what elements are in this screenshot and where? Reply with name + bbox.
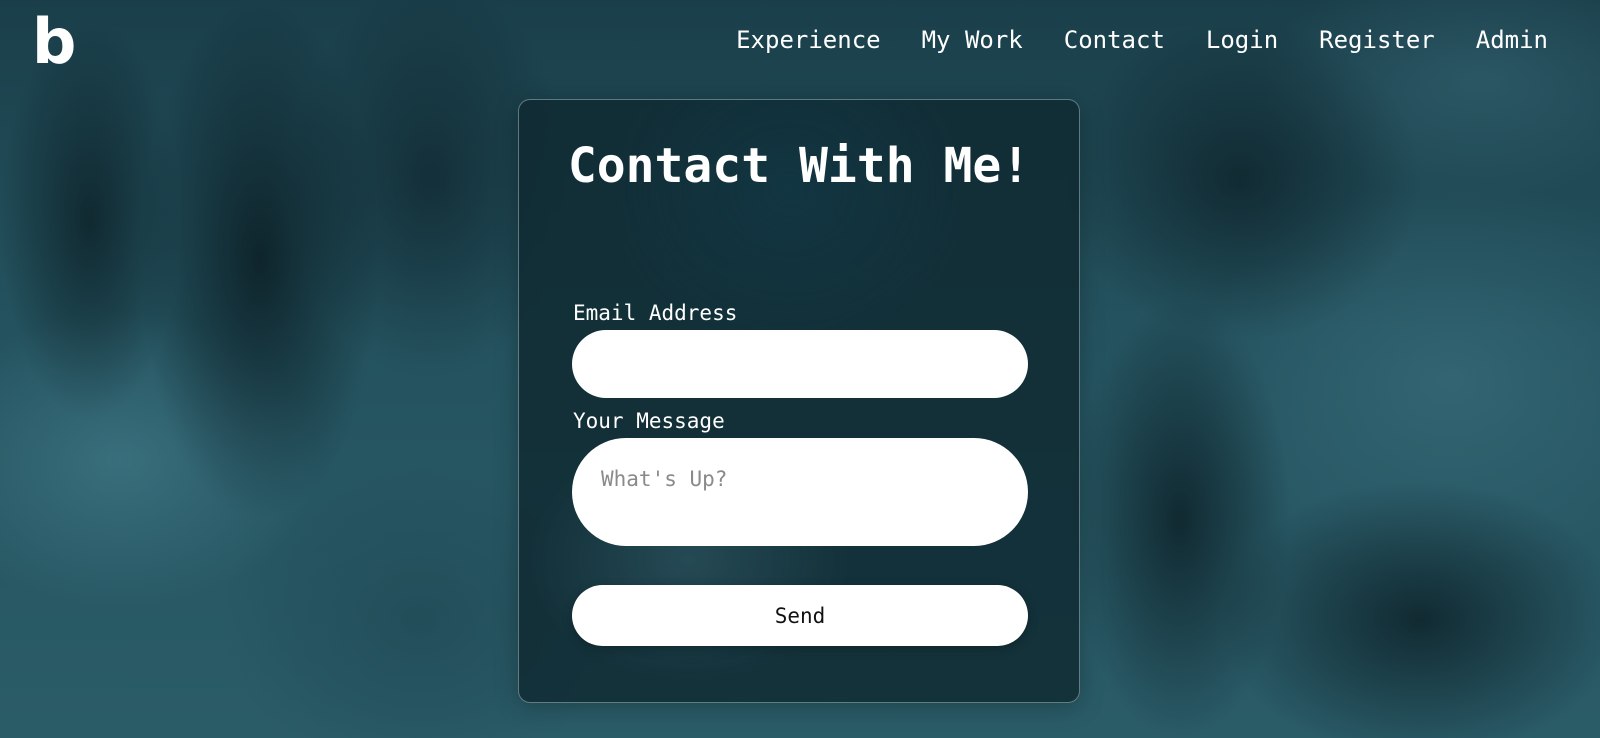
nav-link-my-work[interactable]: My Work <box>922 22 1023 58</box>
nav-link-register[interactable]: Register <box>1319 22 1435 58</box>
nav-link-contact[interactable]: Contact <box>1064 22 1165 58</box>
main-nav: Experience My Work Contact Login Registe… <box>736 22 1548 58</box>
email-label: Email Address <box>573 301 738 325</box>
site-logo[interactable]: b <box>32 4 76 80</box>
message-label: Your Message <box>573 409 725 433</box>
nav-link-experience[interactable]: Experience <box>736 22 881 58</box>
send-button[interactable]: Send <box>572 585 1028 646</box>
email-field[interactable] <box>572 330 1028 398</box>
message-field[interactable] <box>572 438 1028 546</box>
contact-title: Contact With Me! <box>567 138 1031 194</box>
nav-link-admin[interactable]: Admin <box>1476 22 1548 58</box>
nav-link-login[interactable]: Login <box>1206 22 1278 58</box>
contact-card: Contact With Me! Email Address Your Mess… <box>518 99 1080 703</box>
